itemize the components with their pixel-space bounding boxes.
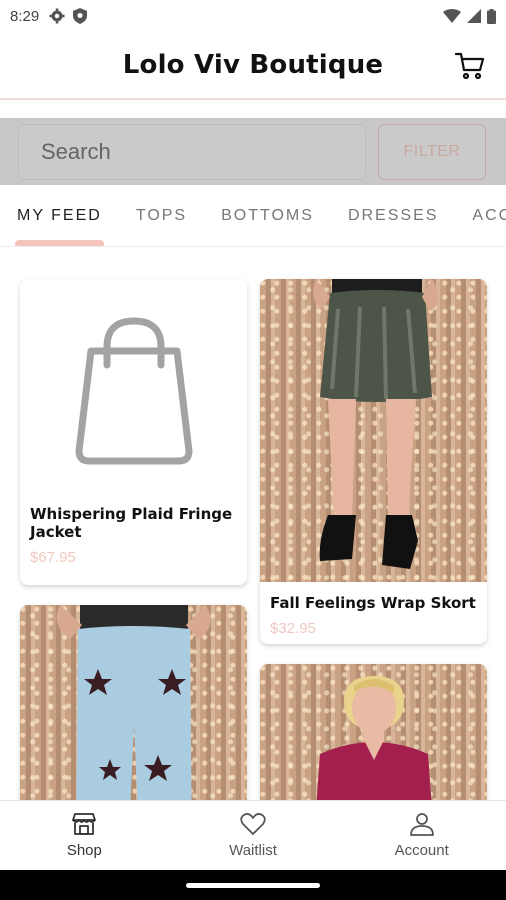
gesture-bar — [0, 870, 506, 900]
cart-button[interactable] — [454, 50, 486, 82]
search-input[interactable] — [18, 123, 366, 180]
app-header: Lolo Viv Boutique — [0, 32, 506, 100]
signal-icon — [467, 9, 481, 23]
status-time: 8:29 — [10, 7, 40, 25]
nav-shop[interactable]: Shop — [0, 801, 169, 870]
tab-accessories[interactable]: ACC — [455, 185, 506, 246]
nav-waitlist-label: Waitlist — [229, 842, 277, 859]
battery-icon — [487, 8, 496, 24]
tab-dresses[interactable]: DRESSES — [331, 185, 455, 246]
search-bar: FILTER — [0, 118, 506, 185]
category-tabs: MY FEED TOPS BOTTOMS DRESSES ACC — [0, 185, 506, 247]
product-price: $67.95 — [30, 549, 76, 566]
account-icon — [409, 813, 434, 836]
product-image — [20, 605, 247, 800]
product-price: $32.95 — [270, 620, 316, 637]
heart-icon — [240, 813, 266, 835]
app-title: Lolo Viv Boutique — [122, 50, 384, 80]
product-image — [20, 279, 247, 505]
product-card[interactable] — [260, 664, 487, 800]
nav-shop-label: Shop — [66, 842, 102, 859]
product-title: Whispering Plaid Fringe Jacket — [30, 505, 233, 541]
shop-icon — [72, 813, 97, 835]
product-card[interactable] — [20, 605, 247, 800]
status-bar: 8:29 — [0, 0, 506, 32]
star-jeans-photo — [56, 605, 211, 800]
product-image — [260, 664, 487, 800]
wifi-icon — [443, 9, 461, 23]
bottom-nav: Shop Waitlist Account — [0, 800, 506, 870]
cart-icon — [455, 52, 485, 80]
tab-my-feed[interactable]: MY FEED — [0, 185, 119, 246]
nav-waitlist[interactable]: Waitlist — [169, 801, 338, 870]
shield-icon — [73, 8, 88, 24]
bag-placeholder-icon — [75, 317, 192, 465]
velvet-skort-photo — [313, 279, 439, 569]
settings-gear-icon — [49, 8, 65, 24]
product-title: Fall Feelings Wrap Skort — [270, 594, 476, 612]
product-feed: Whispering Plaid Fringe Jacket $67.95 Fa… — [0, 248, 506, 800]
nav-account-label: Account — [394, 842, 449, 859]
tab-bottoms[interactable]: BOTTOMS — [204, 185, 331, 246]
product-image — [260, 279, 487, 582]
product-card[interactable]: Whispering Plaid Fringe Jacket $67.95 — [20, 279, 247, 585]
home-gesture-handle[interactable] — [186, 882, 320, 888]
tab-tops[interactable]: TOPS — [119, 185, 204, 246]
magenta-blouse-photo — [316, 676, 432, 800]
nav-account[interactable]: Account — [337, 801, 506, 870]
filter-button[interactable]: FILTER — [378, 123, 486, 180]
product-card[interactable]: Fall Feelings Wrap Skort $32.95 — [260, 279, 487, 644]
